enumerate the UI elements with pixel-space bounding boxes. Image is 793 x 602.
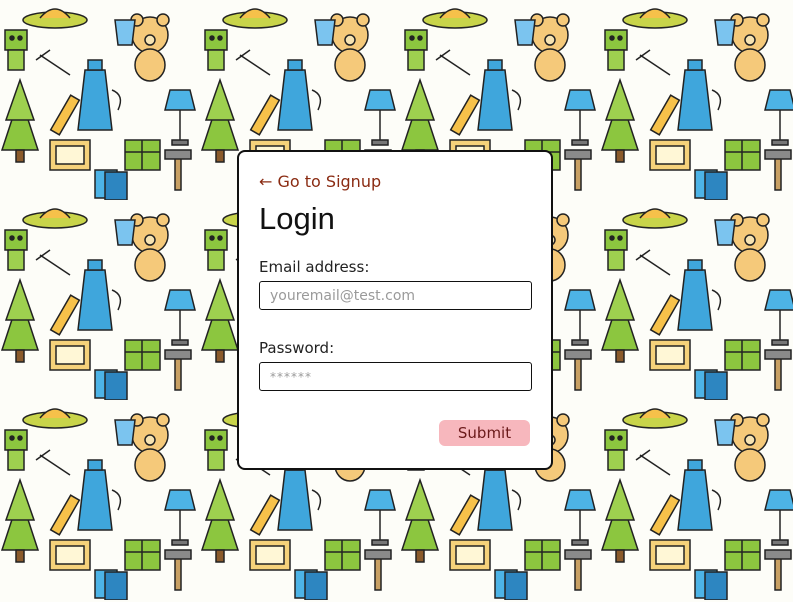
go-to-signup-link[interactable]: ← Go to Signup: [259, 172, 381, 191]
page-title: Login: [259, 201, 335, 236]
email-label: Email address:: [259, 258, 370, 276]
login-card: ← Go to Signup Login Email address: Pass…: [237, 150, 553, 470]
submit-button[interactable]: Submit: [439, 420, 530, 446]
password-label: Password:: [259, 339, 335, 357]
email-input[interactable]: [259, 281, 532, 310]
password-input[interactable]: [259, 362, 532, 391]
